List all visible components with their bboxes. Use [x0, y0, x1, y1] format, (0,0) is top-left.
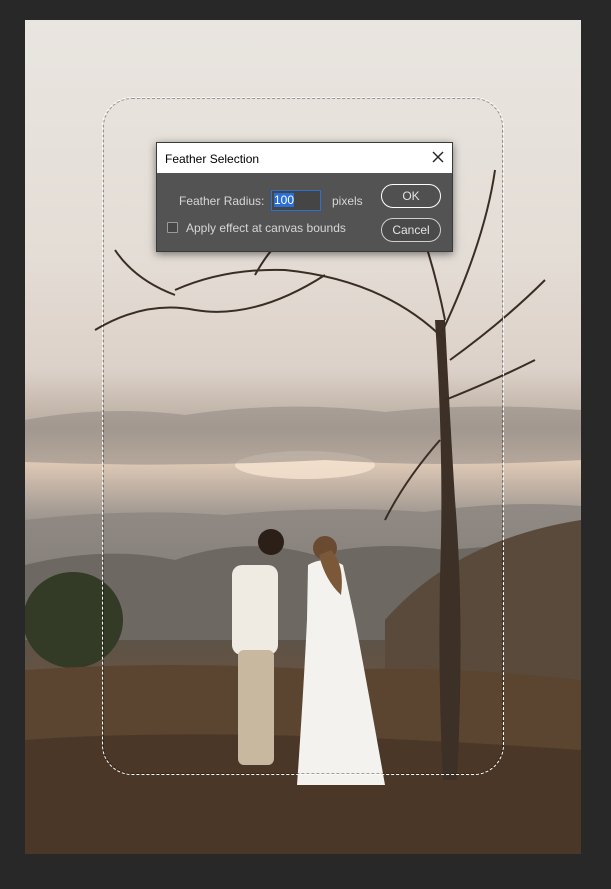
radius-unit-label: pixels — [332, 194, 363, 208]
dialog-titlebar[interactable]: Feather Selection — [157, 143, 452, 173]
apply-canvas-bounds-label[interactable]: Apply effect at canvas bounds — [186, 221, 346, 235]
feather-radius-label: Feather Radius: — [179, 194, 265, 208]
dialog-title: Feather Selection — [165, 152, 260, 166]
ok-button[interactable]: OK — [381, 184, 441, 208]
feather-radius-value: 100 — [274, 193, 295, 207]
cancel-button[interactable]: Cancel — [381, 218, 441, 242]
apply-canvas-bounds-checkbox[interactable] — [167, 222, 178, 233]
close-icon[interactable] — [430, 149, 446, 165]
feather-radius-input[interactable]: 100 — [271, 190, 321, 211]
feather-selection-dialog: Feather Selection Feather Radius: 100 pi… — [156, 142, 453, 252]
workspace: Feather Selection Feather Radius: 100 pi… — [0, 0, 611, 889]
